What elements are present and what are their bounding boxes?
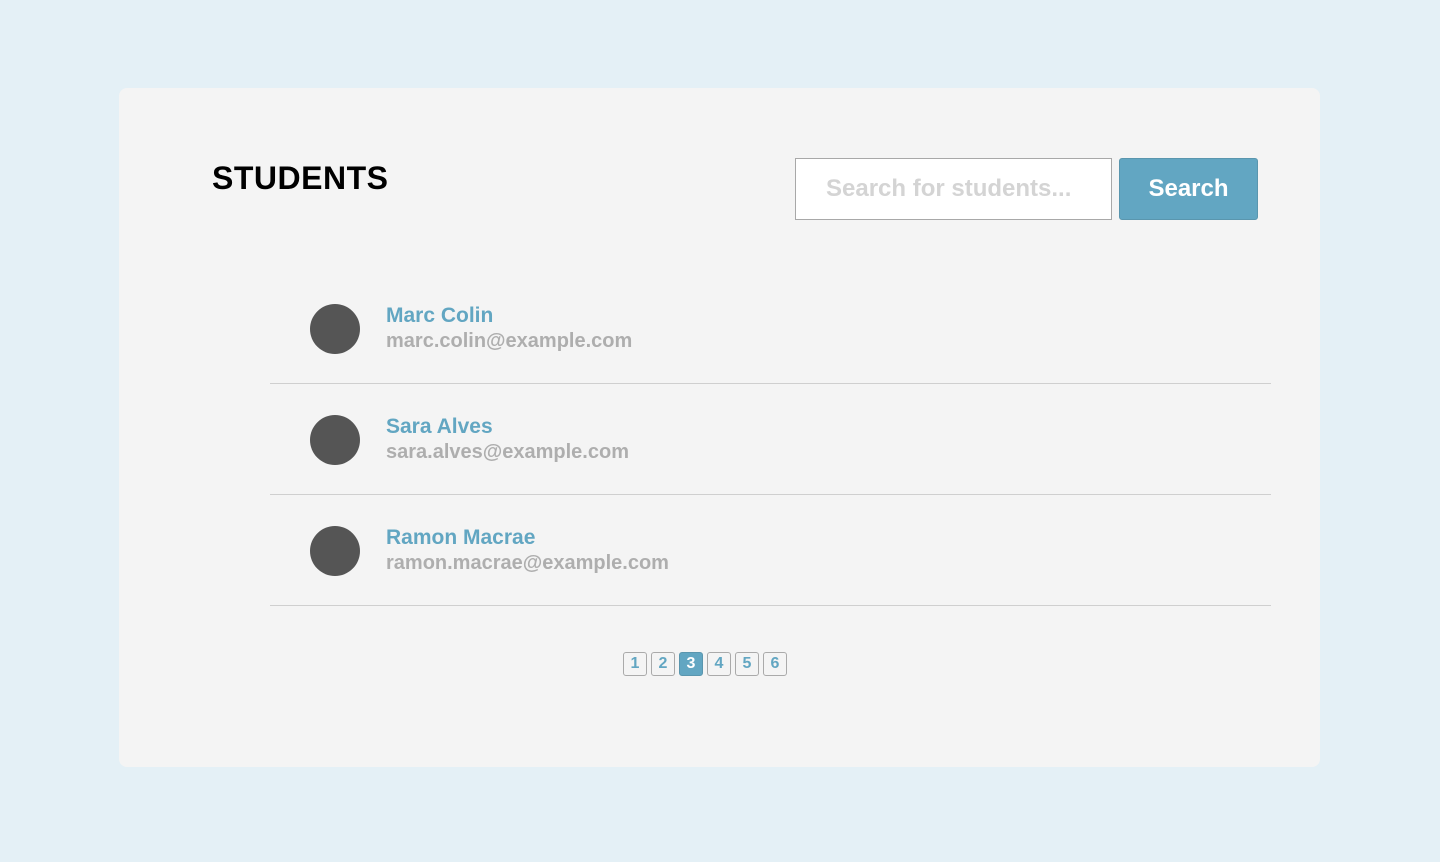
avatar — [310, 304, 360, 354]
student-list: Marc Colin marc.colin@example.com Sara A… — [270, 273, 1271, 606]
student-email: marc.colin@example.com — [386, 330, 633, 352]
page-button-6[interactable]: 6 — [763, 652, 787, 676]
list-item[interactable]: Ramon Macrae ramon.macrae@example.com — [270, 495, 1271, 606]
student-name[interactable]: Sara Alves — [386, 414, 493, 440]
student-name[interactable]: Ramon Macrae — [386, 525, 535, 551]
student-name[interactable]: Marc Colin — [386, 303, 493, 329]
page-button-4[interactable]: 4 — [707, 652, 731, 676]
avatar — [310, 526, 360, 576]
pagination: 1 2 3 4 5 6 — [623, 652, 787, 676]
page-button-2[interactable]: 2 — [651, 652, 675, 676]
search-input[interactable] — [795, 158, 1112, 220]
student-email: ramon.macrae@example.com — [386, 552, 669, 574]
page-button-5[interactable]: 5 — [735, 652, 759, 676]
list-item[interactable]: Sara Alves sara.alves@example.com — [270, 384, 1271, 495]
search-button[interactable]: Search — [1119, 158, 1258, 220]
students-card: STUDENTS Search Marc Colin marc.colin@ex… — [119, 88, 1320, 767]
page-button-1[interactable]: 1 — [623, 652, 647, 676]
avatar — [310, 415, 360, 465]
list-item[interactable]: Marc Colin marc.colin@example.com — [270, 273, 1271, 384]
page-title: STUDENTS — [212, 160, 389, 196]
page-button-3[interactable]: 3 — [679, 652, 703, 676]
student-email: sara.alves@example.com — [386, 441, 629, 463]
